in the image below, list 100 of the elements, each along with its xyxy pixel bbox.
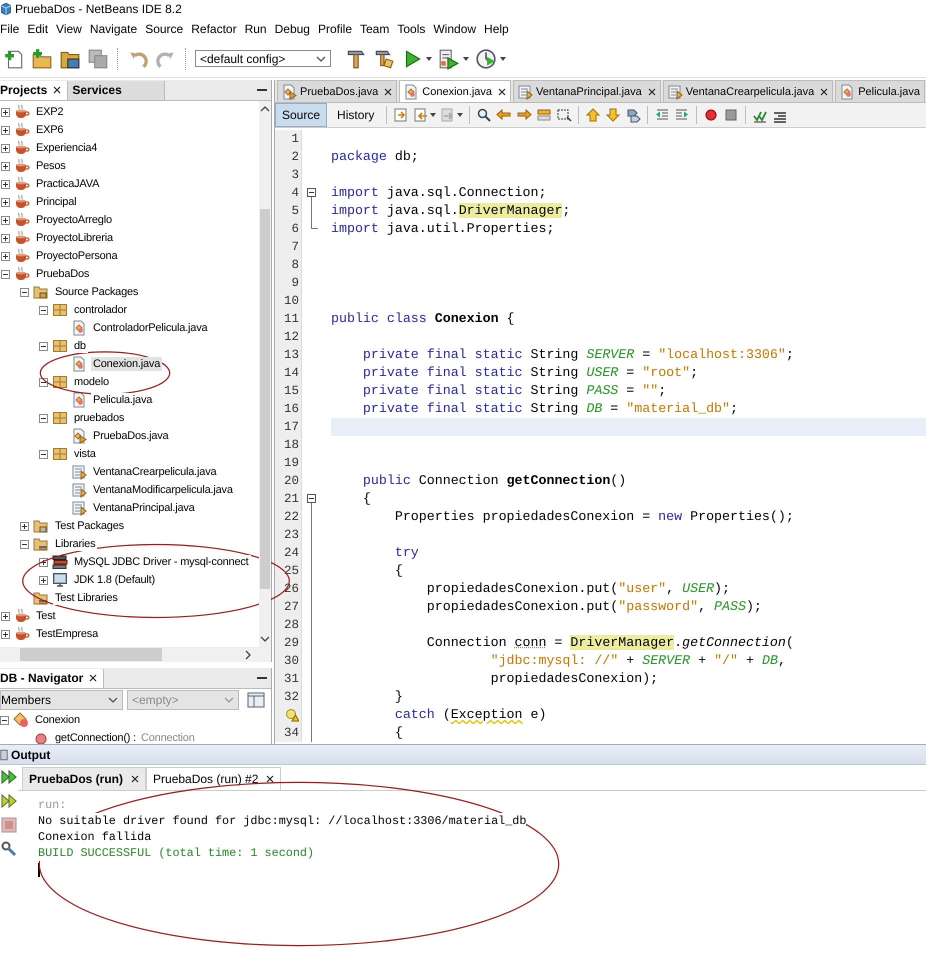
expand-icon[interactable]: [1, 144, 10, 152]
tree-item[interactable]: VentanaCrearpelicula.java: [91, 465, 218, 479]
view-tab[interactable]: Source: [275, 103, 328, 127]
close-icon[interactable]: [89, 674, 98, 682]
menu-item[interactable]: Source: [145, 22, 188, 36]
vertical-scrollbar[interactable]: [259, 101, 271, 647]
horizontal-scrollbar[interactable]: [0, 647, 271, 662]
tree-item[interactable]: getConnection() :: [53, 731, 138, 744]
tree-item[interactable]: Principal: [34, 195, 78, 209]
expand-icon[interactable]: [1, 234, 10, 242]
stop-icon[interactable]: [1, 817, 17, 833]
editor-tab[interactable]: Pelicula.java: [835, 80, 925, 102]
tree-item[interactable]: VentanaModificarpelicula.java: [91, 483, 235, 497]
find-next-icon[interactable]: [516, 107, 532, 123]
members-dropdown[interactable]: Members: [0, 690, 123, 710]
editor-tab[interactable]: VentanaCrearpelicula.java: [662, 80, 834, 102]
collapse-icon[interactable]: [39, 342, 48, 350]
tree-item[interactable]: VentanaPrincipal.java: [91, 501, 197, 515]
caret-icon[interactable]: [430, 113, 436, 117]
save-all-icon[interactable]: [87, 48, 109, 70]
panel-tab[interactable]: Services: [68, 80, 166, 100]
tree-item[interactable]: Source Packages: [53, 285, 140, 299]
caret-icon[interactable]: [500, 56, 506, 60]
output-tab[interactable]: PruebaDos (run) #2: [146, 767, 282, 790]
previous-bookmark-icon[interactable]: [585, 107, 602, 123]
menu-item[interactable]: View: [56, 22, 86, 36]
configuration-dropdown[interactable]: <default config>: [195, 50, 331, 67]
rerun-icon[interactable]: [1, 769, 17, 785]
close-icon[interactable]: [53, 86, 62, 94]
tree-item[interactable]: Experiencia4: [34, 141, 100, 155]
tree-item[interactable]: pruebados: [72, 411, 126, 425]
menu-item[interactable]: Run: [244, 22, 271, 36]
last-edit-icon[interactable]: [393, 107, 410, 123]
expand-icon[interactable]: [1, 108, 10, 116]
collapse-icon[interactable]: [39, 414, 48, 422]
tree-item[interactable]: JDK 1.8 (Default): [72, 573, 157, 587]
menu-item[interactable]: Profile: [318, 22, 356, 36]
menu-item[interactable]: Tools: [397, 22, 430, 36]
editor-tab[interactable]: Conexion.java: [399, 80, 511, 102]
tree-item[interactable]: ProyectoPersona: [34, 249, 120, 263]
panel-tab[interactable]: DB - Navigator: [0, 668, 104, 688]
menu-item[interactable]: Refactor: [191, 22, 241, 36]
expand-icon[interactable]: [1, 180, 10, 188]
menu-item[interactable]: File: [0, 22, 24, 36]
rerun-icon[interactable]: [1, 793, 17, 809]
tree-item[interactable]: ProyectoArreglo: [34, 213, 114, 227]
record-icon[interactable]: [703, 107, 720, 123]
tree-item[interactable]: PruebaDos.java: [91, 429, 170, 443]
stop-icon[interactable]: [723, 107, 740, 123]
panel-layout-icon[interactable]: [247, 691, 265, 709]
minimize-icon[interactable]: [257, 676, 267, 680]
wrench-icon[interactable]: [1, 841, 17, 857]
close-icon[interactable]: [266, 775, 274, 783]
collapse-icon[interactable]: [20, 540, 29, 548]
expand-icon[interactable]: [1, 612, 10, 620]
output-tab[interactable]: PruebaDos (run): [22, 767, 146, 790]
search-icon[interactable]: [476, 107, 492, 123]
debug-icon[interactable]: [438, 48, 460, 70]
tree-item[interactable]: TestEmpresa: [34, 627, 100, 641]
caret-icon[interactable]: [463, 56, 469, 60]
collapse-icon[interactable]: [20, 288, 29, 296]
editor-tab[interactable]: VentanaPrincipal.java: [513, 80, 661, 102]
back-icon[interactable]: [413, 107, 430, 123]
next-bookmark-icon[interactable]: [605, 107, 622, 123]
view-tab[interactable]: History: [331, 104, 380, 126]
toggle-bookmark-icon[interactable]: [625, 107, 642, 123]
warning-bulb-icon[interactable]: [285, 708, 299, 722]
collapse-icon[interactable]: [307, 494, 316, 503]
menu-item[interactable]: Edit: [27, 22, 52, 36]
caret-icon[interactable]: [457, 113, 464, 117]
expand-icon[interactable]: [20, 522, 29, 530]
collapse-icon[interactable]: [39, 306, 48, 314]
tree-item[interactable]: db: [72, 339, 88, 353]
tree-item[interactable]: Libraries: [53, 537, 98, 551]
caret-icon[interactable]: [426, 56, 432, 60]
editor-tab[interactable]: PruebaDos.java: [277, 80, 398, 102]
tree-item[interactable]: ProyectoLibreria: [34, 231, 115, 245]
close-icon[interactable]: [498, 88, 506, 96]
tree-item[interactable]: ControladorPelicula.java: [91, 321, 210, 335]
expand-icon[interactable]: [1, 630, 10, 638]
menu-item[interactable]: Debug: [274, 22, 314, 36]
close-icon[interactable]: [131, 775, 140, 783]
minimize-icon[interactable]: [257, 88, 267, 92]
expand-icon[interactable]: [1, 252, 10, 260]
highlight-icon[interactable]: [536, 107, 552, 123]
tree-item[interactable]: Conexion.java: [91, 357, 162, 371]
close-icon[interactable]: [820, 88, 828, 96]
expand-icon[interactable]: [1, 162, 10, 170]
collapse-icon[interactable]: [1, 270, 10, 278]
tree-item[interactable]: Pelicula.java: [91, 393, 154, 407]
expand-icon[interactable]: [1, 126, 10, 134]
selection-icon[interactable]: [556, 107, 572, 123]
find-previous-icon[interactable]: [496, 107, 512, 123]
collapse-icon[interactable]: [39, 450, 48, 458]
tree-item[interactable]: Test Libraries: [53, 591, 120, 605]
tree-item[interactable]: Test Packages: [53, 519, 126, 533]
close-icon[interactable]: [648, 88, 656, 96]
expand-icon[interactable]: [39, 576, 48, 584]
collapse-icon[interactable]: [307, 188, 316, 197]
close-icon[interactable]: [384, 88, 392, 96]
